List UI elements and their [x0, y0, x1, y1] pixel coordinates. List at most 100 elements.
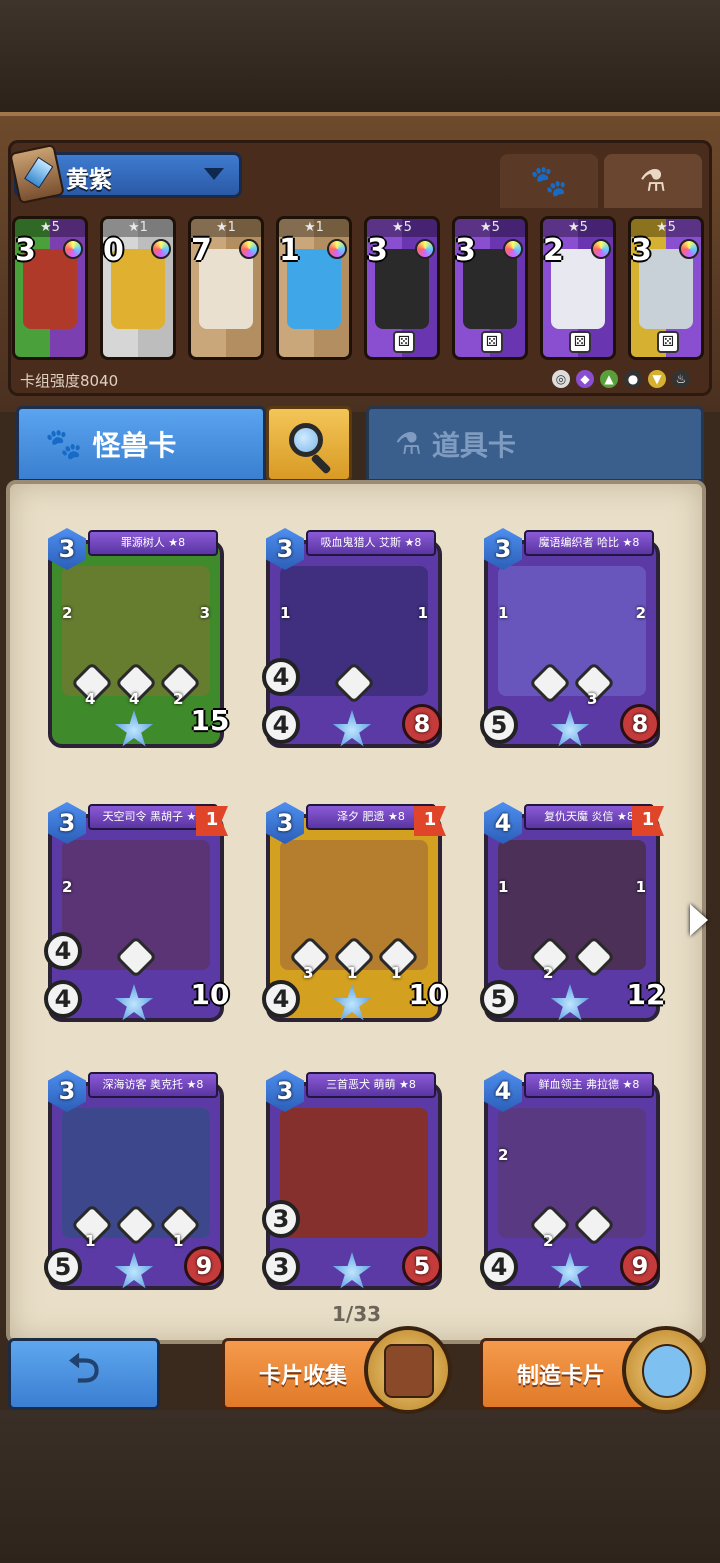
- monster-card[interactable]: 罪源树人 ★8 3 442 23 15: [48, 528, 229, 758]
- green-filter-icon[interactable]: ▲: [600, 370, 618, 388]
- monster-card[interactable]: 深海访客 奥克托 ★8 3 11 5 9: [44, 1070, 224, 1300]
- paw-icon: 🐾: [530, 163, 568, 199]
- monster-card[interactable]: 复仇天魔 炎信 ★8 4 1 2 11 5 12: [480, 802, 665, 1032]
- yellow-filter-icon[interactable]: ▼: [648, 370, 666, 388]
- skill-value: 1: [173, 1232, 184, 1250]
- defense-badge: 3: [262, 1248, 300, 1286]
- skill-value: 4: [129, 690, 140, 708]
- tab-item-cards[interactable]: ⚗ 道具卡: [366, 406, 704, 482]
- left-stat: 1: [498, 878, 509, 896]
- deck-card[interactable]: ★5 2 ⚄: [540, 216, 616, 360]
- hp-badge: 15: [190, 704, 230, 737]
- deck-card[interactable]: ★1 7: [188, 216, 264, 360]
- card-count: 7: [191, 233, 212, 268]
- monster-card[interactable]: 魔语编织者 哈比 ★8 3 3 12 5 8: [480, 528, 660, 758]
- left-stat: 2: [62, 878, 73, 896]
- left-stat: 2: [498, 1146, 509, 1164]
- dice-icon: ⚄: [393, 331, 415, 353]
- skill-value: 1: [391, 964, 402, 982]
- deck-name: 黄紫: [66, 167, 112, 193]
- back-arrow-icon: ⮌: [67, 1346, 101, 1392]
- skill-value: 4: [85, 690, 96, 708]
- neutral-filter-icon[interactable]: ◎: [552, 370, 570, 388]
- dice-icon: ⚄: [481, 331, 503, 353]
- card-flag: 1: [196, 806, 228, 836]
- monster-card[interactable]: 泽夕 肥遗 ★8 3 1 311 4 10: [262, 802, 447, 1032]
- gem-icon: [151, 239, 171, 259]
- deck-power: 卡组强度8040: [20, 372, 119, 390]
- defense-badge: 5: [44, 1248, 82, 1286]
- chevron-right-icon[interactable]: [690, 904, 708, 936]
- card-count: 0: [103, 233, 124, 268]
- monster-card[interactable]: 吸血鬼猎人 艾斯 ★8 3 11 4 4 8: [262, 528, 442, 758]
- card-count: 3: [455, 233, 476, 268]
- card-pack-icon[interactable]: [364, 1326, 452, 1414]
- gem-icon: [679, 239, 699, 259]
- gem-icon: [591, 239, 611, 259]
- left-stat: 2: [62, 604, 73, 622]
- hp-badge: 9: [184, 1246, 224, 1286]
- deck-card[interactable]: ★5 3: [12, 216, 88, 360]
- purple-filter-icon[interactable]: ◆: [576, 370, 594, 388]
- right-stat: 1: [417, 604, 428, 622]
- chevron-down-icon[interactable]: [204, 168, 224, 180]
- tab-pets[interactable]: 🐾: [500, 154, 598, 208]
- deck-card[interactable]: ★5 3 ⚄: [628, 216, 704, 360]
- monster-card[interactable]: 三首恶犬 萌萌 ★8 3 3 3 5: [262, 1070, 442, 1300]
- card-name: 鲜血领主 弗拉德 ★8: [524, 1072, 654, 1098]
- card-name: 三首恶犬 萌萌 ★8: [306, 1072, 436, 1098]
- fire-filter-icon[interactable]: ♨: [672, 370, 690, 388]
- gem-icon: [415, 239, 435, 259]
- monster-card[interactable]: 天空司令 黑胡子 ★8 3 1 2 4 4 10: [44, 802, 229, 1032]
- tab-monster-label: 怪兽卡: [92, 429, 177, 462]
- card-count: 1: [279, 233, 300, 268]
- search-icon: [289, 423, 323, 457]
- craft-card-label: 制造卡片: [517, 1364, 606, 1389]
- card-name: 吸血鬼猎人 艾斯 ★8: [306, 530, 436, 556]
- hp-badge: 10: [190, 978, 230, 1011]
- hp-badge: 5: [402, 1246, 442, 1286]
- back-button[interactable]: ⮌: [8, 1338, 160, 1410]
- card-art: [498, 1108, 646, 1238]
- card-count: 2: [543, 233, 564, 268]
- dice-icon: ⚄: [657, 331, 679, 353]
- deck-card[interactable]: ★1 1: [276, 216, 352, 360]
- deck-card[interactable]: ★1 0: [100, 216, 176, 360]
- right-stat: 2: [635, 604, 646, 622]
- attack-badge: 3: [262, 1200, 300, 1238]
- tab-items-label: 道具卡: [431, 429, 516, 462]
- skill-value: 2: [173, 690, 184, 708]
- right-stat: 3: [199, 604, 210, 622]
- right-stat: 1: [635, 878, 646, 896]
- hp-badge: 8: [620, 704, 660, 744]
- hp-badge: 10: [408, 978, 448, 1011]
- dark-filter-icon[interactable]: ●: [624, 370, 642, 388]
- gem-icon: [503, 239, 523, 259]
- monster-card[interactable]: 鲜血领主 弗拉德 ★8 4 2 2 4 9: [480, 1070, 660, 1300]
- deck-card-list: ★5 3 ★1 0 ★1 7 ★1 1 ★5 3 ⚄ ★5 3 ⚄ ★5 2 ⚄…: [12, 216, 712, 362]
- gem-icon: [327, 239, 347, 259]
- tab-monster-cards[interactable]: 🐾 怪兽卡: [16, 406, 266, 482]
- skill-value: 3: [587, 690, 598, 708]
- card-art: [498, 566, 646, 696]
- card-flag: 1: [414, 806, 446, 836]
- hp-badge: 12: [626, 978, 666, 1011]
- search-button[interactable]: [266, 406, 352, 482]
- card-name: 魔语编织者 哈比 ★8: [524, 530, 654, 556]
- tab-potions[interactable]: ⚗: [604, 154, 702, 208]
- left-stat: 1: [498, 604, 509, 622]
- defense-badge: 5: [480, 706, 518, 744]
- deck-card[interactable]: ★5 3 ⚄: [364, 216, 440, 360]
- deck-card[interactable]: ★5 3 ⚄: [452, 216, 528, 360]
- potion-icon: ⚗: [639, 163, 667, 199]
- gem-icon: [239, 239, 259, 259]
- bottom-wood-background: [0, 1410, 720, 1563]
- left-stat: 1: [280, 604, 291, 622]
- attack-badge: 4: [262, 658, 300, 696]
- card-art: [498, 840, 646, 970]
- dice-icon: ⚄: [569, 331, 591, 353]
- defense-badge: 5: [480, 980, 518, 1018]
- potion-jar-icon[interactable]: [622, 1326, 710, 1414]
- card-name: 罪源树人 ★8: [88, 530, 218, 556]
- card-count: 3: [367, 233, 388, 268]
